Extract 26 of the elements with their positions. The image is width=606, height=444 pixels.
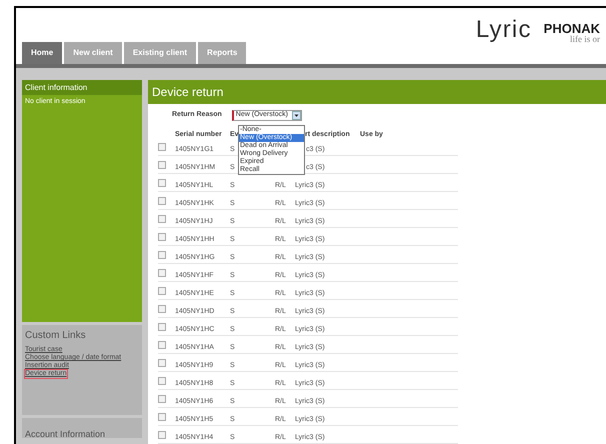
row-checkbox[interactable]	[158, 412, 166, 420]
lyric-logo: Lyric	[476, 18, 532, 42]
row-checkbox[interactable]	[158, 430, 166, 438]
row-checkbox[interactable]	[158, 214, 166, 222]
row-checkbox[interactable]	[158, 340, 166, 348]
panel-title: Account Information	[25, 429, 106, 439]
tagline: life is or	[570, 35, 600, 44]
row-checkbox[interactable]	[158, 196, 166, 204]
phonak-logo: PHONAK	[544, 22, 600, 35]
panel-title: Custom Links	[25, 329, 86, 343]
nav-tab[interactable]: Home	[22, 42, 62, 64]
dropdown-icon	[292, 111, 301, 120]
row-checkbox[interactable]	[158, 232, 166, 240]
row-checkbox[interactable]	[158, 394, 166, 402]
panel-title: Client information	[22, 80, 142, 95]
row-checkbox[interactable]	[158, 304, 166, 312]
row-checkbox[interactable]	[158, 358, 166, 366]
row-checkbox[interactable]	[158, 376, 166, 384]
row-checkbox[interactable]	[158, 178, 166, 186]
row-checkbox[interactable]	[158, 250, 166, 258]
row-checkbox[interactable]	[158, 286, 166, 294]
row-checkbox[interactable]	[158, 160, 166, 168]
row-checkbox[interactable]	[158, 322, 166, 330]
row-checkbox[interactable]	[158, 142, 166, 150]
page-title: Device return	[148, 80, 606, 104]
row-checkbox[interactable]	[158, 268, 166, 276]
